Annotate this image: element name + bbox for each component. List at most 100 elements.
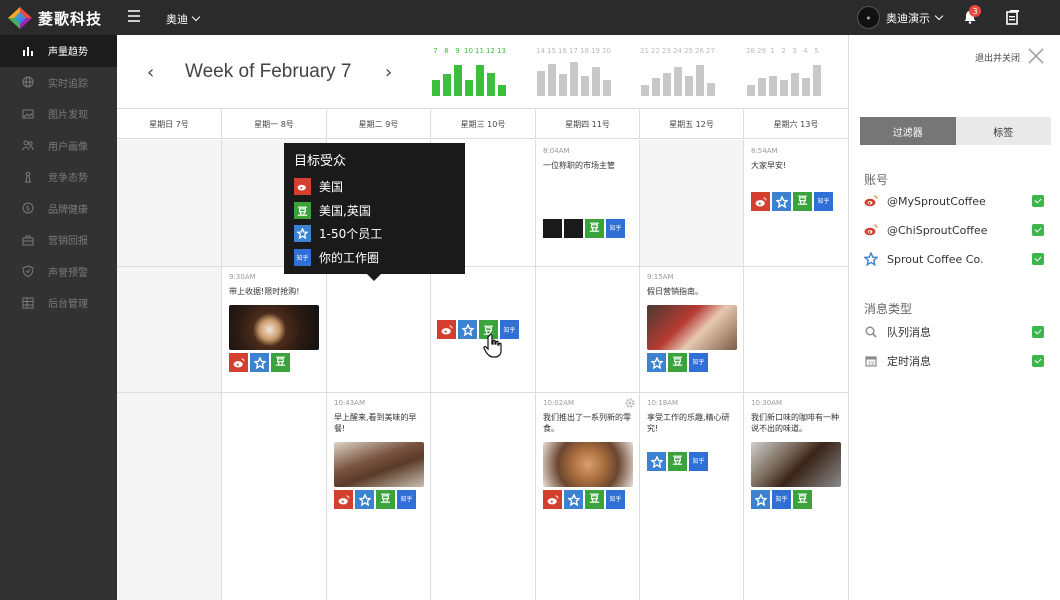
zhihu-icon[interactable]: 知乎	[397, 490, 416, 509]
sidebar-item[interactable]: 后台管理	[0, 287, 117, 319]
post-image[interactable]	[543, 442, 633, 487]
weibo-icon[interactable]	[334, 490, 353, 509]
zhihu-icon[interactable]: 知乎	[772, 490, 791, 509]
tab-filters[interactable]: 过滤器	[860, 117, 956, 145]
mini-chart-day-label: 28	[746, 47, 755, 55]
star-icon[interactable]	[564, 490, 583, 509]
scheduled-post[interactable]: 10:02AM 我们推出了一系列新的零食。豆知乎	[543, 398, 633, 509]
post-spacer	[647, 434, 737, 449]
mini-chart-week[interactable]: 14 15 16 17 18 19 20	[535, 47, 612, 96]
mini-chart-week[interactable]: 21 22 23 24 25 26 27	[639, 47, 716, 96]
day-header: 星期六 13号	[743, 109, 848, 139]
scheduled-post[interactable]: 9:15AM 假日营销指南。豆知乎	[647, 272, 737, 372]
tab-tags[interactable]: 标签	[955, 117, 1051, 145]
star-icon[interactable]	[250, 353, 269, 372]
post-network-icons: 豆	[229, 353, 320, 372]
zhihu-icon[interactable]: 知乎	[606, 219, 625, 238]
day-headers: 星期日 7号 星期一 8号 星期二 9号 星期三 10号 星期四 11号 星期五 12号星…	[117, 108, 848, 139]
weibo-icon[interactable]	[751, 192, 770, 211]
star-icon[interactable]	[647, 353, 666, 372]
empty-cell[interactable]	[117, 140, 221, 266]
douban-icon[interactable]: 豆	[376, 490, 395, 509]
zhihu-icon[interactable]: 知乎	[689, 353, 708, 372]
zhihu-icon[interactable]: 知乎	[606, 490, 625, 509]
scheduled-post[interactable]: 9:30AM 带上收据!限时抢购! 豆	[229, 272, 320, 372]
douban-icon[interactable]: 豆	[668, 353, 687, 372]
exit-and-close-button[interactable]: 退出并关闭	[975, 51, 1020, 64]
mini-chart-bar	[580, 76, 589, 96]
brand-selector[interactable]: 奥迪	[166, 11, 201, 27]
menu-icon[interactable]	[128, 10, 140, 22]
account-checkbox[interactable]	[1032, 195, 1044, 207]
star-icon[interactable]	[458, 320, 477, 339]
mini-chart-bar	[706, 83, 715, 96]
sidebar-item-label: 品牌健康	[48, 204, 88, 216]
compose-icon[interactable]	[1006, 9, 1020, 25]
mini-chart-day-label: 27	[706, 47, 715, 55]
weibo-icon[interactable]	[543, 490, 562, 509]
gear-icon[interactable]	[624, 397, 636, 409]
post-image[interactable]	[334, 442, 424, 487]
sidebar-item[interactable]: 声量趋势	[0, 35, 117, 67]
close-icon[interactable]	[1027, 47, 1045, 65]
mini-chart-bar	[547, 63, 556, 96]
mini-chart-week[interactable]: 28 29 1 2 3 4 5	[745, 47, 822, 96]
sidebar-item[interactable]: 声誉预警	[0, 256, 117, 288]
post-image[interactable]	[229, 305, 319, 350]
post-image[interactable]	[751, 442, 841, 487]
message-type-row[interactable]: 19 定时消息	[864, 351, 1044, 371]
sidebar-item[interactable]: 用户画像	[0, 130, 117, 162]
sidebar-item[interactable]: $ 品牌健康	[0, 193, 117, 225]
mini-chart-day-label: 25	[684, 47, 693, 55]
scheduled-post[interactable]: 8:04AM 一位称职的市场主管豆知乎	[543, 146, 633, 238]
star-icon[interactable]	[647, 452, 666, 471]
zhihu-icon[interactable]: 知乎	[689, 452, 708, 471]
message-type-checkbox[interactable]	[1032, 326, 1044, 338]
scheduled-post[interactable]: 8:54AM 大家早安! 豆知乎	[751, 146, 842, 211]
account-filter-row[interactable]: Sprout Coffee Co.	[864, 249, 1044, 269]
mini-chart-bar	[497, 85, 506, 96]
account-checkbox[interactable]	[1032, 253, 1044, 265]
empty-cell[interactable]	[117, 392, 221, 600]
zhihu-icon[interactable]: 知乎	[814, 192, 833, 211]
douban-icon[interactable]: 豆	[271, 353, 290, 372]
star-icon[interactable]	[772, 192, 791, 211]
scheduled-post[interactable]: 10:18AM 享受工作的乐趣,精心研究! 豆知乎	[647, 398, 737, 471]
account-menu[interactable]: ● 奥迪演示	[857, 6, 944, 29]
mini-chart-bar	[812, 65, 821, 96]
image-icon	[22, 108, 34, 120]
weibo-icon[interactable]	[437, 320, 456, 339]
prev-week-button[interactable]: ‹	[147, 62, 167, 83]
account-checkbox[interactable]	[1032, 224, 1044, 236]
douban-icon[interactable]: 豆	[793, 490, 812, 509]
mini-chart-bar	[558, 74, 567, 96]
sidebar-item[interactable]: 实时追踪	[0, 67, 117, 99]
message-type-row[interactable]: 队列消息	[864, 322, 1044, 342]
account-filter-row[interactable]: @ChiSproutCoffee	[864, 220, 1044, 240]
empty-cell[interactable]	[117, 266, 221, 392]
next-week-button[interactable]: ›	[385, 62, 405, 83]
douban-icon[interactable]: 豆	[793, 192, 812, 211]
account-filter-row[interactable]: @MySproutCoffee	[864, 191, 1044, 211]
scheduled-post[interactable]: 10:30AM 我们新口味的咖啡有一种说不出的味道。 知乎豆	[751, 398, 842, 509]
douban-icon[interactable]: 豆	[585, 219, 604, 238]
hovered-post-icons[interactable]: 豆知乎	[437, 320, 521, 339]
douban-icon[interactable]: 豆	[668, 452, 687, 471]
scheduled-post[interactable]: 10:43AM 早上醒来,看到美味的早餐! 豆知乎	[334, 398, 424, 509]
message-type-checkbox[interactable]	[1032, 355, 1044, 367]
empty-cell[interactable]	[639, 140, 743, 266]
star-icon[interactable]	[355, 490, 374, 509]
post-image[interactable]	[647, 305, 737, 350]
star-icon[interactable]	[751, 490, 770, 509]
weibo-icon[interactable]	[229, 353, 248, 372]
mini-chart-week[interactable]: 7 8 9 10 11 12 13	[430, 47, 507, 96]
sidebar-item[interactable]: 竞争态势	[0, 161, 117, 193]
douban-icon[interactable]: 豆	[585, 490, 604, 509]
sidebar-item[interactable]: 营销回报	[0, 224, 117, 256]
row-divider	[117, 392, 848, 393]
logo[interactable]: 菱歌科技	[8, 7, 102, 29]
mini-chart-bar	[801, 78, 810, 96]
sidebar-item[interactable]: 图片发现	[0, 98, 117, 130]
mini-chart-bar	[684, 76, 693, 96]
mini-chart-bar	[591, 67, 600, 96]
